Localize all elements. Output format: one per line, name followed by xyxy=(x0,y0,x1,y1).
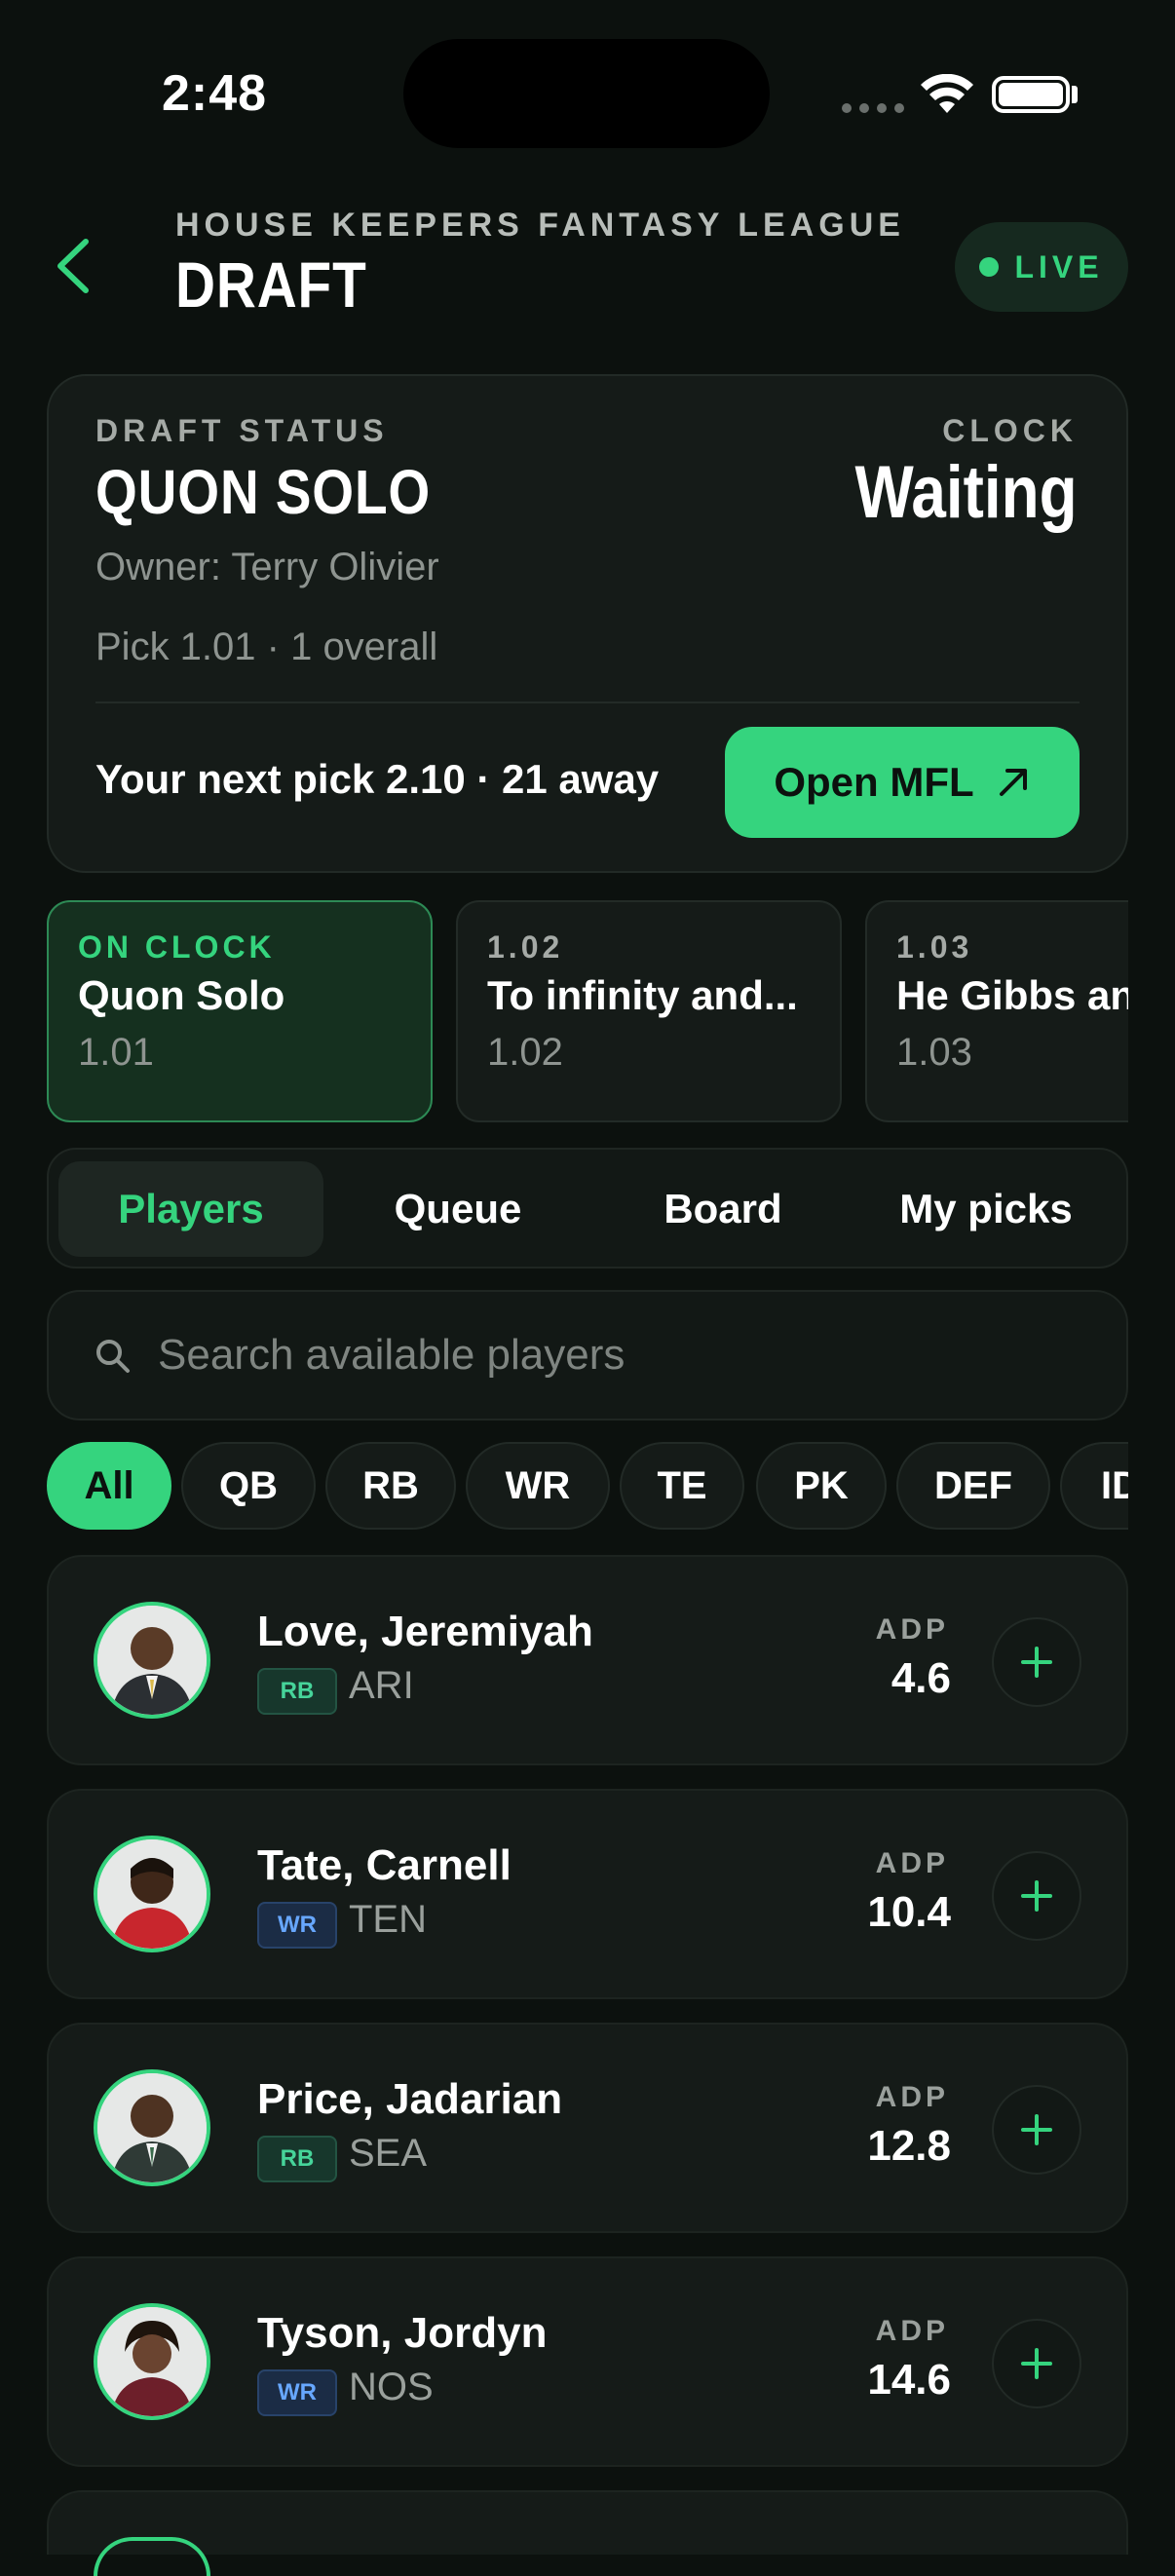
position-badge: RB xyxy=(257,2136,337,2182)
player-team: NOS xyxy=(349,2366,434,2408)
tab-queue[interactable]: Queue xyxy=(325,1161,590,1257)
player-team: SEA xyxy=(349,2132,428,2175)
adp-label: ADP xyxy=(875,2315,949,2347)
player-name: Tate, Carnell xyxy=(257,1841,512,1889)
status-time: 2:48 xyxy=(162,65,268,122)
player-name: Price, Jadarian xyxy=(257,2075,563,2123)
open-mfl-button[interactable]: Open MFL xyxy=(725,727,1080,838)
pick-card-label: 1.02 xyxy=(487,929,564,965)
page-title: DRAFT xyxy=(175,248,367,321)
pick-card-label: 1.03 xyxy=(896,929,973,965)
filter-chip-idp[interactable]: IDP xyxy=(1060,1442,1128,1530)
pick-card-team: He Gibbs and xyxy=(896,972,1128,1018)
player-row[interactable]: Tyson, Jordyn WR NOS ADP 14.6 xyxy=(47,2256,1128,2467)
open-mfl-label: Open MFL xyxy=(774,759,974,805)
filter-chip-all[interactable]: All xyxy=(47,1442,171,1530)
current-pick-info: Pick 1.01 · 1 overall xyxy=(95,625,438,668)
card-divider xyxy=(95,701,1080,703)
search-placeholder[interactable]: Search available players xyxy=(158,1331,625,1380)
player-avatar xyxy=(94,2303,210,2420)
live-label: LIVE xyxy=(1014,248,1104,284)
pick-card-number: 1.03 xyxy=(896,1031,972,1074)
player-row[interactable]: Tate, Carnell WR TEN ADP 10.4 xyxy=(47,1789,1128,1999)
tab-my-picks[interactable]: My picks xyxy=(853,1161,1118,1257)
filter-chip-te[interactable]: TE xyxy=(620,1442,744,1530)
player-avatar xyxy=(94,2069,210,2186)
pick-card-number: 1.01 xyxy=(78,1031,154,1074)
adp-value: 10.4 xyxy=(867,1888,951,1936)
player-photo-icon xyxy=(97,2307,207,2416)
pick-card-team: Quon Solo xyxy=(78,972,285,1018)
filter-chip-qb[interactable]: QB xyxy=(181,1442,316,1530)
player-avatar xyxy=(94,1836,210,1952)
clock-label: CLOCK xyxy=(942,413,1078,448)
battery-tip xyxy=(1072,86,1078,103)
pick-card[interactable]: 1.02 To infinity and... 1.02 xyxy=(456,900,842,1122)
dynamic-island xyxy=(403,39,770,148)
player-name: Love, Jeremiyah xyxy=(257,1608,593,1655)
wifi-icon xyxy=(921,74,973,113)
filter-chip-rb[interactable]: RB xyxy=(325,1442,456,1530)
adp-label: ADP xyxy=(875,1847,949,1879)
player-avatar-partial xyxy=(94,2537,210,2576)
external-link-arrow-icon xyxy=(999,769,1027,796)
plus-icon xyxy=(1021,1647,1052,1678)
adp-label: ADP xyxy=(875,2081,949,2113)
position-badge: WR xyxy=(257,2369,337,2416)
tab-players[interactable]: Players xyxy=(58,1161,323,1257)
player-name: Tyson, Jordyn xyxy=(257,2309,548,2357)
pick-card-label: ON CLOCK xyxy=(78,929,276,965)
adp-value: 4.6 xyxy=(891,1654,951,1702)
search-icon xyxy=(96,1340,130,1373)
adp-value: 14.6 xyxy=(867,2356,951,2404)
player-photo-icon xyxy=(97,1839,207,1949)
live-badge: LIVE xyxy=(955,222,1128,312)
pick-card-number: 1.02 xyxy=(487,1031,563,1074)
plus-icon xyxy=(1021,1880,1052,1912)
position-filter-chips: All QB RB WR TE PK DEF IDP xyxy=(47,1442,1128,1534)
player-row[interactable]: Love, Jeremiyah RB ARI ADP 4.6 xyxy=(47,1555,1128,1765)
team-owner: Owner: Terry Olivier xyxy=(95,546,439,588)
cellular-signal-icon xyxy=(842,103,904,113)
back-chevron-icon[interactable] xyxy=(51,236,97,296)
add-player-button[interactable] xyxy=(992,1617,1081,1707)
plus-icon xyxy=(1021,2114,1052,2145)
plus-icon xyxy=(1021,2348,1052,2379)
pick-card-on-clock[interactable]: ON CLOCK Quon Solo 1.01 xyxy=(47,900,433,1122)
filter-chip-pk[interactable]: PK xyxy=(756,1442,887,1530)
battery-icon xyxy=(992,76,1070,113)
player-team: TEN xyxy=(349,1898,427,1941)
adp-value: 12.8 xyxy=(867,2122,951,2170)
add-player-button[interactable] xyxy=(992,1851,1081,1941)
section-tabs: Players Queue Board My picks xyxy=(47,1148,1128,1269)
adp-label: ADP xyxy=(875,1613,949,1646)
clock-value: Waiting xyxy=(854,451,1078,534)
player-team: ARI xyxy=(349,1664,414,1707)
pick-cards-strip[interactable]: ON CLOCK Quon Solo 1.01 1.02 To infinity… xyxy=(47,900,1128,1124)
add-player-button[interactable] xyxy=(992,2085,1081,2175)
position-badge: RB xyxy=(257,1668,337,1715)
pick-card-team: To infinity and... xyxy=(487,972,798,1018)
add-player-button[interactable] xyxy=(992,2319,1081,2408)
player-photo-icon xyxy=(97,2073,207,2182)
league-name: HOUSE KEEPERS FANTASY LEAGUE xyxy=(175,207,905,244)
player-avatar xyxy=(94,1602,210,1719)
pick-card[interactable]: 1.03 He Gibbs and 1.03 xyxy=(865,900,1128,1122)
filter-chip-def[interactable]: DEF xyxy=(896,1442,1050,1530)
next-pick-info: Your next pick 2.10 · 21 away xyxy=(95,756,660,802)
filter-chip-wr[interactable]: WR xyxy=(466,1442,610,1530)
player-photo-icon xyxy=(97,1606,207,1715)
live-dot-icon xyxy=(979,257,1000,277)
draft-status-label: DRAFT STATUS xyxy=(95,413,389,448)
position-badge: WR xyxy=(257,1902,337,1949)
on-clock-team-name: QUON SOLO xyxy=(95,457,432,527)
player-row[interactable]: Price, Jadarian RB SEA ADP 12.8 xyxy=(47,2023,1128,2233)
tab-board[interactable]: Board xyxy=(590,1161,855,1257)
player-row-partial[interactable] xyxy=(47,2490,1128,2576)
